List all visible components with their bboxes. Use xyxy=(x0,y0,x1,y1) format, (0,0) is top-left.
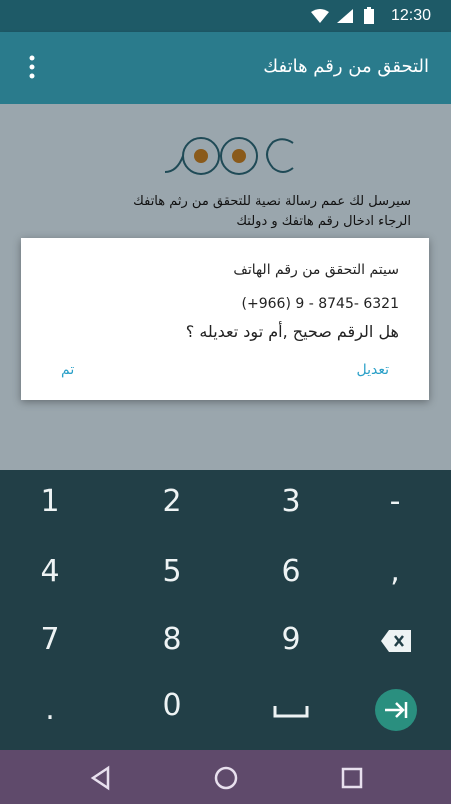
key-comma[interactable]: , xyxy=(340,554,450,618)
status-time: 12:30 xyxy=(390,7,431,24)
battery-icon xyxy=(364,7,374,24)
dialog-question: هل الرقم صحيح ,أم تود تعديله ؟ xyxy=(185,322,399,341)
wifi-icon xyxy=(311,9,329,23)
backspace-key[interactable] xyxy=(341,622,451,686)
backspace-icon xyxy=(381,630,411,652)
key-5[interactable]: 5 xyxy=(117,554,227,618)
dialog-title: سيتم التحقق من رقم الهاتف xyxy=(233,262,399,278)
confirm-dialog: سيتم التحقق من رقم الهاتف (+966) 9 - 874… xyxy=(21,238,429,400)
app-bar: التحقق من رقم هاتفك xyxy=(0,32,451,104)
key-7[interactable]: 7 xyxy=(0,622,105,686)
app-logo xyxy=(164,137,294,175)
cellular-signal-icon xyxy=(337,9,353,23)
status-bar: 12:30 xyxy=(0,0,451,32)
key-6[interactable]: 6 xyxy=(236,554,346,618)
edit-button[interactable]: تعديل xyxy=(357,362,390,378)
key-1[interactable]: 1 xyxy=(0,484,105,548)
numeric-keypad: 1 2 3 - 4 5 6 , 7 8 9 . 0 xyxy=(0,470,451,750)
space-icon xyxy=(273,706,309,718)
space-key[interactable] xyxy=(236,692,346,756)
next-tab-icon xyxy=(375,689,417,731)
info-line-2: الرجاء ادخال رقم هاتفك و دولتك xyxy=(236,214,411,229)
key-minus[interactable]: - xyxy=(340,484,450,548)
key-0[interactable]: 0 xyxy=(117,688,227,752)
key-2[interactable]: 2 xyxy=(117,484,227,548)
done-button[interactable]: تم xyxy=(61,362,74,378)
key-4[interactable]: 4 xyxy=(0,554,105,618)
key-9[interactable]: 9 xyxy=(236,622,346,686)
back-icon[interactable] xyxy=(88,765,114,791)
dialog-phone-number: (+966) 9 - 8745- 6321 xyxy=(241,296,399,312)
navigation-bar xyxy=(0,750,451,804)
page-title: التحقق من رقم هاتفك xyxy=(263,56,429,77)
info-text: سيرسل لك عمم رسالة نصية للتحقق من رثم ها… xyxy=(61,192,421,232)
home-icon[interactable] xyxy=(213,765,239,791)
recent-apps-icon[interactable] xyxy=(339,765,365,791)
key-period[interactable]: . xyxy=(0,692,105,756)
info-line-1: سيرسل لك عمم رسالة نصية للتحقق من رثم ها… xyxy=(133,194,411,209)
next-key[interactable] xyxy=(341,686,451,750)
key-3[interactable]: 3 xyxy=(236,484,346,548)
key-8[interactable]: 8 xyxy=(117,622,227,686)
more-vert-icon[interactable] xyxy=(24,52,40,82)
